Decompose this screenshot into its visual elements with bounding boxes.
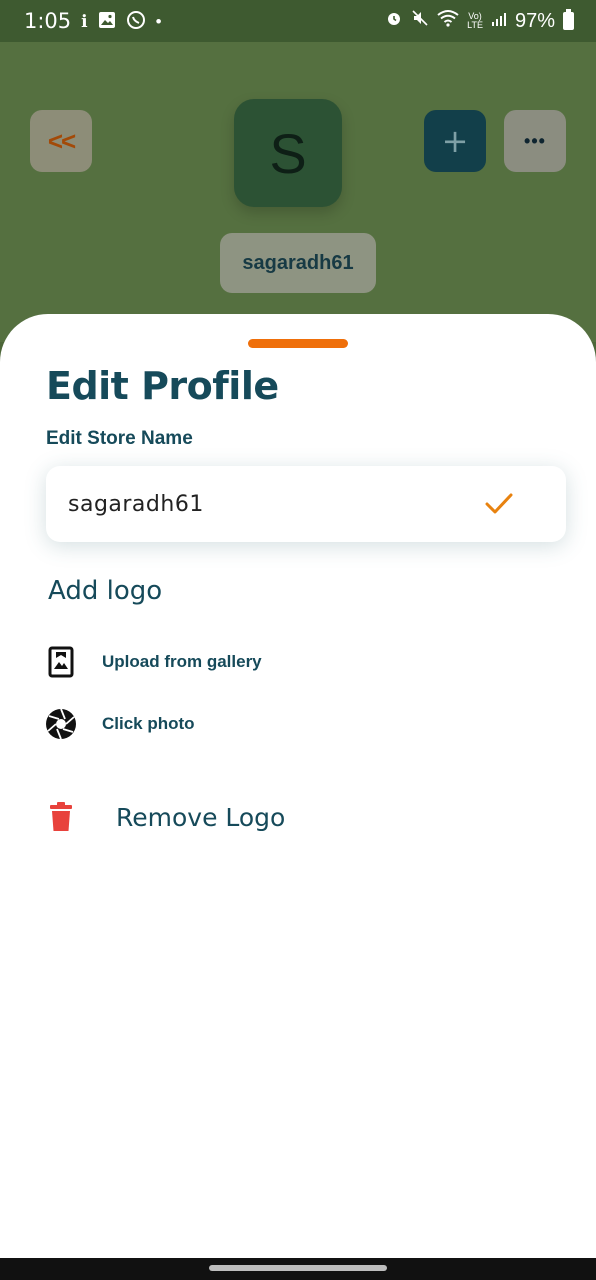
home-gesture-pill[interactable]: [209, 1265, 387, 1271]
upload-label: Upload from gallery: [102, 652, 262, 671]
mute-icon: [411, 9, 429, 33]
add-button[interactable]: +: [424, 110, 486, 172]
trash-icon: [44, 800, 78, 834]
add-logo-heading: Add logo: [48, 576, 163, 606]
status-time: 1:05: [24, 9, 72, 33]
status-left: 1:05 ℹ •: [24, 9, 162, 33]
battery-percent: 97%: [514, 9, 555, 32]
camera-label: Click photo: [102, 714, 195, 733]
remove-logo-option[interactable]: Remove Logo: [44, 800, 285, 834]
sheet-title: Edit Profile: [46, 364, 279, 408]
store-name-field-card: [46, 466, 566, 542]
edit-profile-sheet: Edit Profile Edit Store Name Add logo Up…: [0, 314, 596, 1258]
volte-icon: Vo) LTE: [467, 11, 483, 30]
store-header: << S + ••• sagaradh61: [0, 42, 596, 342]
sheet-drag-handle[interactable]: [248, 339, 348, 348]
notification-dot-icon: •: [155, 11, 162, 31]
signal-icon: [491, 10, 507, 33]
store-avatar[interactable]: S: [234, 99, 342, 207]
wifi-icon: [437, 9, 459, 33]
data-saver-icon: ℹ: [81, 11, 88, 31]
gallery-icon: [44, 645, 78, 679]
system-nav-bar: [0, 1258, 596, 1280]
alarm-icon: [385, 9, 403, 33]
gallery-notification-icon: [98, 11, 116, 32]
status-bar: 1:05 ℹ • Vo) LTE 97%: [0, 0, 596, 42]
confirm-check-icon[interactable]: [482, 487, 516, 521]
battery-icon: [563, 9, 574, 30]
more-options-button[interactable]: •••: [504, 110, 566, 172]
store-name-chip[interactable]: sagaradh61: [220, 233, 376, 293]
status-right: Vo) LTE 97%: [385, 9, 574, 33]
camera-shutter-icon: [44, 707, 78, 741]
store-name-label: Edit Store Name: [46, 428, 193, 449]
upload-from-gallery-option[interactable]: Upload from gallery: [44, 645, 262, 679]
click-photo-option[interactable]: Click photo: [44, 707, 195, 741]
whatsapp-icon: [126, 10, 146, 33]
remove-logo-label: Remove Logo: [116, 802, 286, 832]
back-button[interactable]: <<: [30, 110, 92, 172]
store-name-input[interactable]: [68, 491, 482, 517]
